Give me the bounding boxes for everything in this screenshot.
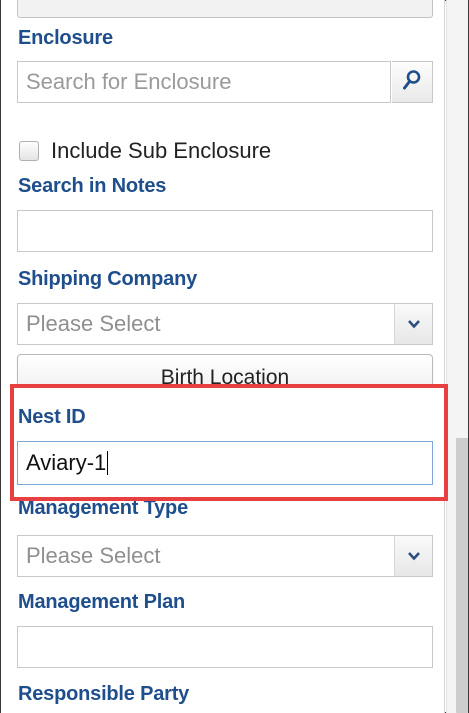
search-in-notes-label: Search in Notes: [18, 175, 167, 197]
chevron-down-icon[interactable]: [394, 536, 432, 576]
chevron-down-icon[interactable]: [394, 304, 432, 344]
include-sub-enclosure-checkbox[interactable]: [19, 141, 39, 161]
enclosure-search-button[interactable]: [392, 61, 433, 103]
management-type-select[interactable]: Please Select: [17, 535, 433, 577]
management-plan-input[interactable]: [17, 626, 433, 668]
search-icon: [402, 69, 422, 96]
shipping-company-label: Shipping Company: [18, 268, 198, 290]
management-type-label: Management Type: [18, 497, 188, 519]
shipping-company-select[interactable]: Please Select: [17, 303, 433, 345]
include-sub-enclosure-label: Include Sub Enclosure: [51, 138, 272, 163]
birth-location-button-label: Birth Location: [160, 366, 290, 389]
shipping-company-selected-value: Please Select: [26, 311, 161, 336]
previous-control-stub[interactable]: [17, 0, 433, 18]
nest-id-input[interactable]: Aviary-1: [17, 441, 433, 485]
include-sub-enclosure-row[interactable]: Include Sub Enclosure: [19, 136, 271, 166]
nest-id-value: Aviary-1: [26, 450, 107, 475]
filter-panel: Enclosure Search for Enclosure Include S…: [1, 0, 445, 713]
search-in-notes-input[interactable]: [17, 210, 433, 252]
responsible-party-label: Responsible Party: [18, 683, 190, 705]
enclosure-label: Enclosure: [18, 27, 113, 49]
nest-id-label: Nest ID: [18, 406, 86, 428]
text-caret: [107, 450, 109, 475]
management-plan-label: Management Plan: [18, 591, 186, 613]
scrollbar-thumb[interactable]: [456, 438, 468, 713]
enclosure-search-input[interactable]: Search for Enclosure: [17, 61, 391, 103]
vertical-scrollbar[interactable]: [446, 0, 468, 713]
management-type-selected-value: Please Select: [26, 543, 161, 568]
